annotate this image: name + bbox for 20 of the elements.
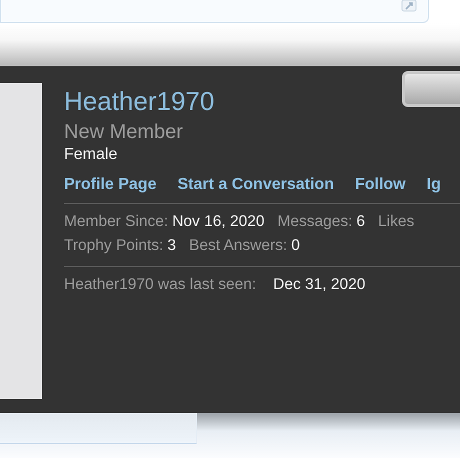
action-button[interactable] (402, 71, 460, 107)
stat-label: Member Since: (64, 212, 168, 232)
gender-text: Female (64, 145, 118, 165)
stat-label: Trophy Points: (64, 236, 164, 256)
last-seen-date: Dec 31, 2020 (273, 275, 366, 295)
profile-link[interactable]: Follow (354, 175, 406, 195)
profile-link[interactable]: Ig (426, 175, 441, 195)
external-link-icon[interactable] (401, 0, 417, 12)
stat-value: 3 (167, 236, 176, 256)
user-title: New Member (64, 120, 184, 145)
stat-label: Messages: (277, 212, 352, 232)
profile-link[interactable]: Profile Page (64, 175, 156, 195)
username[interactable]: Heather1970 (64, 85, 460, 117)
stat-value: 6 (356, 212, 366, 232)
stat-label: Likes (378, 212, 414, 232)
last-seen-label: Heather1970 was last seen: (64, 275, 256, 295)
profile-link[interactable]: Start a Conversation (177, 175, 334, 195)
stat-value: Nov 16, 2020 (172, 212, 264, 232)
stat-label: Best Answers: (188, 236, 288, 256)
stat-value: 0 (291, 236, 300, 256)
